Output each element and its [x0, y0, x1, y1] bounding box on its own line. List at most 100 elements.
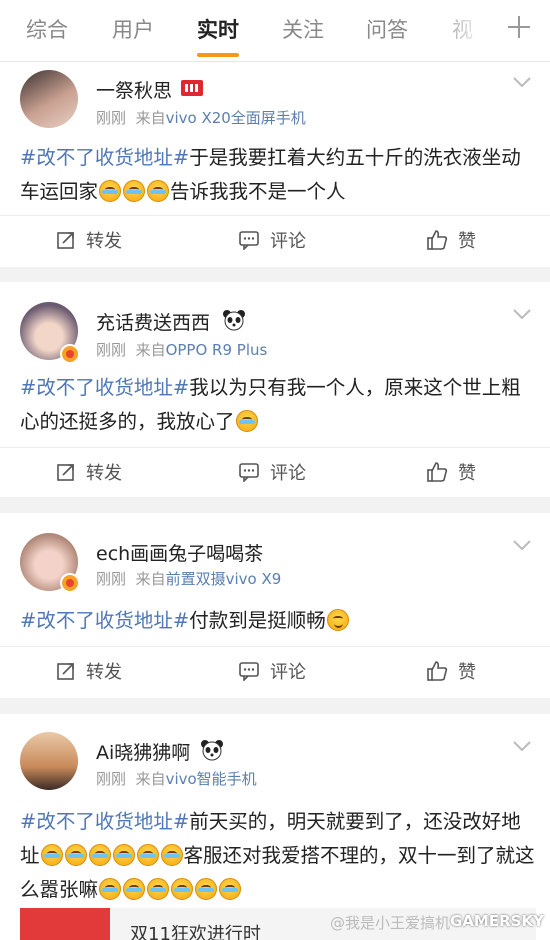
post-time: 刚刚	[96, 109, 127, 127]
comment-button[interactable]: 评论	[238, 647, 306, 695]
repost-button[interactable]: 转发	[56, 216, 122, 264]
laugh-cry-emoji-icon	[195, 878, 218, 900]
comment-icon	[239, 463, 259, 482]
post-source-prefix: 来自	[135, 341, 166, 359]
comment-button[interactable]: 评论	[238, 448, 306, 496]
post-text-part: 告诉我我不是一个人	[170, 180, 346, 203]
laugh-cry-emoji-icon	[123, 180, 146, 202]
avatar[interactable]	[20, 732, 78, 790]
repost-label: 转发	[86, 231, 122, 252]
like-label: 赞	[458, 231, 476, 252]
link-card-title: 双11狂欢进行时	[130, 924, 261, 940]
comment-label: 评论	[270, 662, 306, 683]
channel-tab-bar: 综合 用户 实时 关注 问答 视	[0, 0, 550, 62]
verified-badge-icon	[60, 573, 80, 593]
laugh-cry-emoji-icon	[88, 844, 111, 866]
post-text: #改不了收货地址#前天买的，明天就要到了，还没改好地址 客服还对我爱搭不理的，双十…	[20, 805, 536, 907]
post-username[interactable]: 一祭秋思	[96, 76, 172, 103]
post-source[interactable]: 前置双摄vivo X9	[166, 570, 282, 588]
post-hashtag[interactable]: #改不了收货地址#	[20, 609, 189, 632]
post-text: #改不了收货地址#于是我要扛着大约五十斤的洗衣液坐动车运回家 告诉我我不是一个人	[20, 141, 536, 209]
tab-following[interactable]: 关注	[282, 14, 324, 44]
post-meta: 刚刚 来自vivo X20全面屏手机	[96, 107, 306, 128]
laugh-cry-emoji-icon	[147, 180, 170, 202]
smile-emoji-icon	[326, 609, 349, 631]
post-time: 刚刚	[96, 341, 127, 359]
plus-icon[interactable]	[504, 12, 534, 42]
link-card-thumbnail	[20, 908, 110, 940]
post-card: ech画画兔子喝喝茶 刚刚 来自前置双摄vivo X9 #改不了收货地址#付款到…	[0, 513, 550, 698]
tab-qa[interactable]: 问答	[366, 14, 408, 44]
tab-fade-overlay	[430, 0, 500, 60]
active-tab-indicator	[197, 53, 239, 57]
tab-realtime[interactable]: 实时	[197, 14, 239, 44]
repost-label: 转发	[86, 662, 122, 683]
laugh-cry-emoji-icon	[147, 878, 170, 900]
post-source-prefix: 来自	[135, 770, 166, 788]
laugh-cry-emoji-icon	[136, 844, 159, 866]
vip-badge-icon	[181, 80, 203, 96]
tab-users[interactable]: 用户	[112, 14, 154, 44]
post-time: 刚刚	[96, 770, 127, 788]
verified-badge-icon	[60, 344, 80, 364]
post-source-prefix: 来自	[135, 570, 166, 588]
post-source[interactable]: OPPO R9 Plus	[166, 341, 268, 359]
repost-icon	[57, 232, 74, 249]
thumb-up-icon	[427, 661, 448, 681]
post-card: 一祭秋思 刚刚 来自vivo X20全面屏手机 #改不了收货地址#于是我要扛着大…	[0, 62, 550, 267]
comment-icon	[239, 662, 259, 681]
comment-label: 评论	[270, 231, 306, 252]
chevron-down-icon[interactable]	[512, 539, 532, 551]
comment-icon	[239, 231, 259, 250]
post-action-bar: 转发 评论 赞	[0, 646, 550, 694]
post-username[interactable]: Ai晓狒狒啊	[96, 738, 190, 765]
repost-label: 转发	[86, 463, 122, 484]
thumb-up-icon	[427, 462, 448, 482]
laugh-cry-emoji-icon	[99, 180, 122, 202]
comment-label: 评论	[270, 463, 306, 484]
chevron-down-icon[interactable]	[512, 740, 532, 752]
post-card: Ai晓狒狒啊 刚刚 来自vivo智能手机 #改不了收货地址#前天买的，明天就要到…	[0, 714, 550, 940]
laugh-cry-emoji-icon	[99, 878, 122, 900]
post-text: #改不了收货地址#付款到是挺顺畅	[20, 604, 536, 638]
post-hashtag[interactable]: #改不了收货地址#	[20, 376, 189, 399]
post-hashtag[interactable]: #改不了收货地址#	[20, 146, 189, 169]
laugh-cry-emoji-icon	[112, 844, 135, 866]
post-card: 充话费送西西 刚刚 来自OPPO R9 Plus #改不了收货地址#我以为只有我…	[0, 282, 550, 497]
post-hashtag[interactable]: #改不了收货地址#	[20, 810, 189, 833]
watermark-handle: @我是小王爱搞机	[330, 914, 451, 932]
post-username[interactable]: ech画画兔子喝喝茶	[96, 539, 263, 566]
like-button[interactable]: 赞	[426, 216, 476, 264]
repost-icon	[57, 663, 74, 680]
post-source[interactable]: vivo智能手机	[166, 770, 257, 788]
post-action-bar: 转发 评论 赞	[0, 215, 550, 263]
like-button[interactable]: 赞	[426, 448, 476, 496]
laugh-cry-emoji-icon	[123, 878, 146, 900]
post-time: 刚刚	[96, 570, 127, 588]
chevron-down-icon[interactable]	[512, 308, 532, 320]
like-label: 赞	[458, 463, 476, 484]
post-text-part: 付款到是挺顺畅	[189, 609, 326, 632]
tab-comprehensive[interactable]: 综合	[26, 14, 68, 44]
repost-button[interactable]: 转发	[56, 647, 122, 695]
post-meta: 刚刚 来自OPPO R9 Plus	[96, 339, 267, 360]
post-source[interactable]: vivo X20全面屏手机	[166, 109, 306, 127]
repost-button[interactable]: 转发	[56, 448, 122, 496]
thumb-up-icon	[427, 230, 448, 250]
post-action-bar: 转发 评论 赞	[0, 447, 550, 495]
panda-emoji-icon	[223, 310, 245, 331]
laugh-cry-emoji-icon	[160, 844, 183, 866]
repost-icon	[57, 464, 74, 481]
post-username[interactable]: 充话费送西西	[96, 308, 210, 335]
avatar[interactable]	[20, 70, 78, 128]
post-meta: 刚刚 来自前置双摄vivo X9	[96, 568, 281, 589]
laugh-cry-emoji-icon	[64, 844, 87, 866]
like-button[interactable]: 赞	[426, 647, 476, 695]
laugh-cry-emoji-icon	[40, 844, 63, 866]
post-meta: 刚刚 来自vivo智能手机	[96, 768, 257, 789]
like-label: 赞	[458, 662, 476, 683]
laugh-cry-emoji-icon	[219, 878, 242, 900]
comment-button[interactable]: 评论	[238, 216, 306, 264]
chevron-down-icon[interactable]	[512, 76, 532, 88]
post-source-prefix: 来自	[135, 109, 166, 127]
